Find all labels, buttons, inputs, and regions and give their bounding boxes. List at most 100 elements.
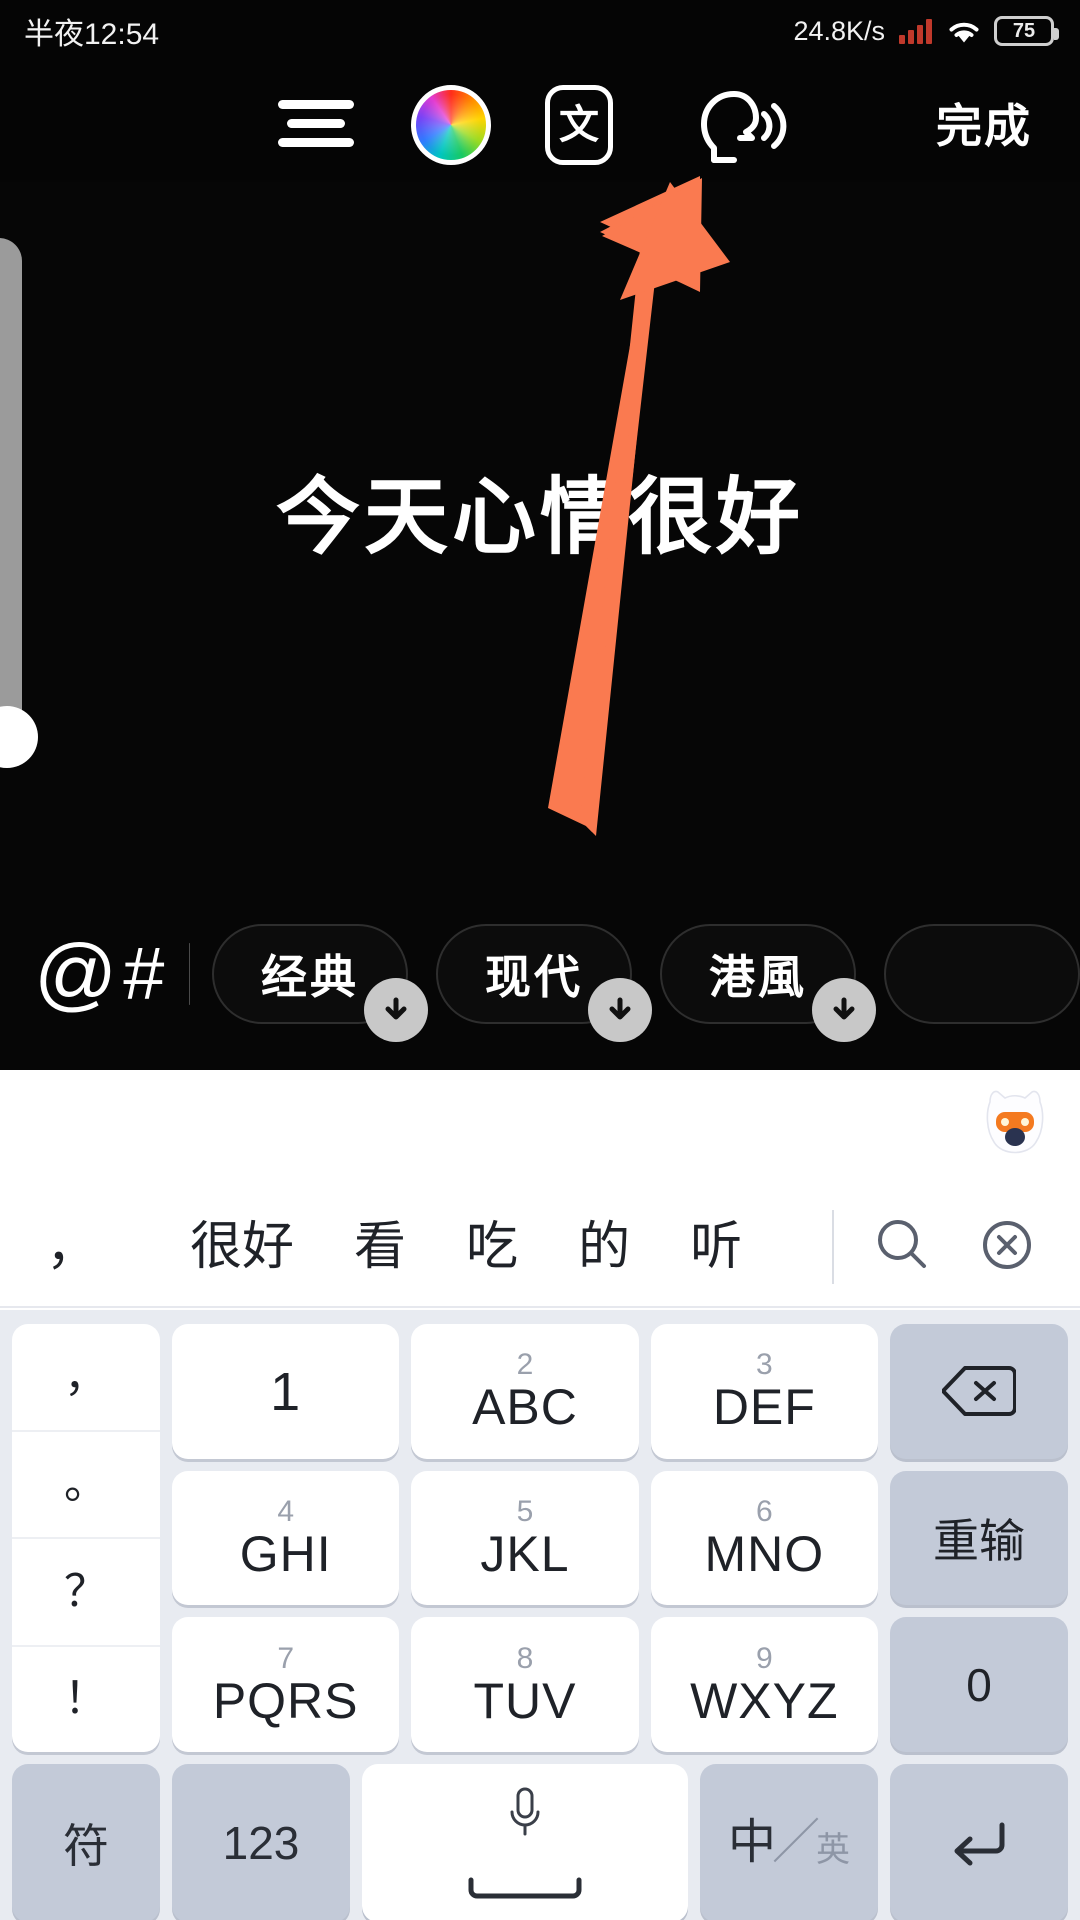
- key-number: 4: [277, 1494, 294, 1528]
- key-4[interactable]: 4 GHI: [172, 1470, 400, 1606]
- key-label: JKL: [480, 1525, 570, 1582]
- spacebar-icon: [465, 1857, 585, 1911]
- key-number: 5: [516, 1494, 534, 1528]
- language-toggle-key[interactable]: 中 ／ 英: [700, 1764, 878, 1920]
- done-button[interactable]: 完成: [936, 90, 1032, 156]
- clear-close-icon[interactable]: [976, 1214, 1038, 1281]
- key-label: DEF: [712, 1379, 816, 1436]
- download-arrow-icon[interactable]: [588, 978, 652, 1042]
- ime-mascot-icon[interactable]: [978, 1086, 1052, 1168]
- download-arrow-icon[interactable]: [364, 978, 428, 1042]
- chip-divider: [188, 943, 190, 1005]
- text-to-speech-icon[interactable]: [690, 86, 790, 166]
- punct-key-period[interactable]: 。: [12, 1432, 160, 1539]
- keypad-bottom-row: 符 123 中 ／ 英: [12, 1764, 1068, 1920]
- candidate-list: ， 很好 看 吃 的 听: [28, 1221, 826, 1273]
- keypad-main: ， 。 ？ ！ 1 2 ABC 3 DEF 4 GHI 5 JKL 6 MNO …: [12, 1324, 1068, 1752]
- candidate-divider: [832, 1210, 834, 1284]
- done-button-label: 完成: [936, 100, 1032, 152]
- ime-keyboard: ， 很好 看 吃 的 听 ， 。 ？ ！ 1 2 ABC 3 DEF 4 GHI…: [0, 1070, 1080, 1920]
- battery-level-label: 75: [1012, 20, 1036, 42]
- text-align-icon[interactable]: [276, 88, 356, 158]
- candidate-item[interactable]: 很好: [160, 1221, 324, 1273]
- language-toggle-inner: 中 ／ 英: [727, 1816, 851, 1869]
- status-bar-indicators: 24.8K/s 75: [793, 15, 1059, 47]
- symbol-key[interactable]: 符: [12, 1764, 160, 1920]
- digit-key-grid: 1 2 ABC 3 DEF 4 GHI 5 JKL 6 MNO 7 PQRS 8…: [172, 1324, 878, 1752]
- candidate-item[interactable]: ，: [28, 1221, 160, 1273]
- battery-icon: 75: [994, 16, 1059, 46]
- punctuation-column: ， 。 ？ ！: [12, 1324, 160, 1752]
- style-chip-label: 港風: [709, 951, 807, 1003]
- punct-key-exclaim[interactable]: ！: [12, 1647, 160, 1753]
- key-label: GHI: [239, 1525, 332, 1582]
- candidate-item[interactable]: 听: [660, 1221, 772, 1273]
- key-number: 6: [755, 1494, 773, 1528]
- key-label: MNO: [704, 1525, 825, 1582]
- numeric-key[interactable]: 123: [172, 1764, 350, 1920]
- key-number: 8: [516, 1641, 534, 1675]
- network-speed-label: 24.8K/s: [793, 15, 885, 46]
- font-style-label: 文: [545, 85, 613, 165]
- space-key[interactable]: [362, 1764, 688, 1920]
- status-bar-time: 半夜12:54: [24, 18, 160, 51]
- key-label: WXYZ: [690, 1672, 839, 1729]
- candidate-item[interactable]: 吃: [436, 1221, 548, 1273]
- language-zh-label: 中: [727, 1816, 776, 1869]
- search-icon[interactable]: [872, 1214, 934, 1281]
- key-3[interactable]: 3 DEF: [650, 1324, 878, 1459]
- candidate-actions: [838, 1214, 1080, 1281]
- editor-toolbar: 文 完成: [0, 62, 1080, 182]
- enter-return-icon[interactable]: [890, 1764, 1068, 1920]
- wifi-icon: [946, 18, 982, 45]
- key-number: 7: [277, 1641, 294, 1675]
- key-number: 9: [755, 1641, 773, 1675]
- signal-bars-icon: [899, 18, 932, 44]
- text-canvas[interactable]: 今天心情很好: [0, 182, 1080, 878]
- style-chip-list: 经典 现代 港風: [212, 924, 1080, 1042]
- style-chip-bar: @ # 经典 现代 港風: [0, 878, 1080, 1070]
- key-number: 2: [516, 1348, 534, 1382]
- candidate-item[interactable]: 看: [324, 1221, 436, 1273]
- redo-key[interactable]: 重输: [890, 1470, 1068, 1606]
- mention-icon[interactable]: @: [34, 933, 117, 1015]
- backspace-icon[interactable]: [890, 1324, 1068, 1459]
- key-5[interactable]: 5 JKL: [411, 1470, 639, 1606]
- key-number: 3: [755, 1348, 773, 1382]
- language-en-label: 英: [816, 1831, 851, 1869]
- download-arrow-icon[interactable]: [812, 978, 876, 1042]
- hashtag-icon[interactable]: #: [117, 937, 170, 1011]
- key-7[interactable]: 7 PQRS: [172, 1617, 400, 1752]
- candidate-bar: ， 很好 看 吃 的 听: [0, 1188, 1080, 1308]
- punct-key-comma[interactable]: ，: [12, 1324, 160, 1432]
- key-label: TUV: [473, 1672, 577, 1729]
- punct-key-question[interactable]: ？: [12, 1539, 160, 1647]
- status-bar: 半夜12:54 24.8K/s 75: [0, 0, 1080, 62]
- style-chip-hongkong[interactable]: 港風: [660, 924, 876, 1042]
- key-1[interactable]: 1: [172, 1324, 400, 1459]
- key-label: PQRS: [212, 1672, 359, 1729]
- style-chip-classic[interactable]: 经典: [212, 924, 428, 1042]
- key-label: ABC: [472, 1379, 578, 1436]
- microphone-icon[interactable]: [502, 1784, 548, 1853]
- key-label: 1: [270, 1362, 302, 1423]
- key-9[interactable]: 9 WXYZ: [650, 1617, 878, 1752]
- style-chip-next[interactable]: [884, 924, 1080, 1024]
- key-0[interactable]: 0: [890, 1617, 1068, 1752]
- app-root: 半夜12:54 24.8K/s 75 文 完成 今天心情很好 @ # 经典 现代…: [0, 0, 1080, 1920]
- key-2[interactable]: 2 ABC: [411, 1324, 639, 1459]
- key-8[interactable]: 8 TUV: [411, 1617, 639, 1752]
- language-slash: ／: [772, 1816, 821, 1869]
- candidate-item[interactable]: 的: [548, 1221, 660, 1273]
- keyboard-logo-row: [0, 1070, 1080, 1188]
- style-chip-label: 经典: [261, 951, 359, 1003]
- function-key-column: 重输 0: [890, 1324, 1068, 1752]
- style-chip-label: 现代: [485, 951, 583, 1003]
- keypad: ， 。 ？ ！ 1 2 ABC 3 DEF 4 GHI 5 JKL 6 MNO …: [0, 1310, 1080, 1920]
- style-chip-modern[interactable]: 现代: [436, 924, 652, 1042]
- color-wheel-icon[interactable]: [408, 82, 494, 168]
- side-panel-grip[interactable]: [0, 706, 38, 768]
- font-style-icon[interactable]: 文: [538, 84, 620, 166]
- key-6[interactable]: 6 MNO: [650, 1470, 878, 1606]
- canvas-text[interactable]: 今天心情很好: [0, 450, 1080, 571]
